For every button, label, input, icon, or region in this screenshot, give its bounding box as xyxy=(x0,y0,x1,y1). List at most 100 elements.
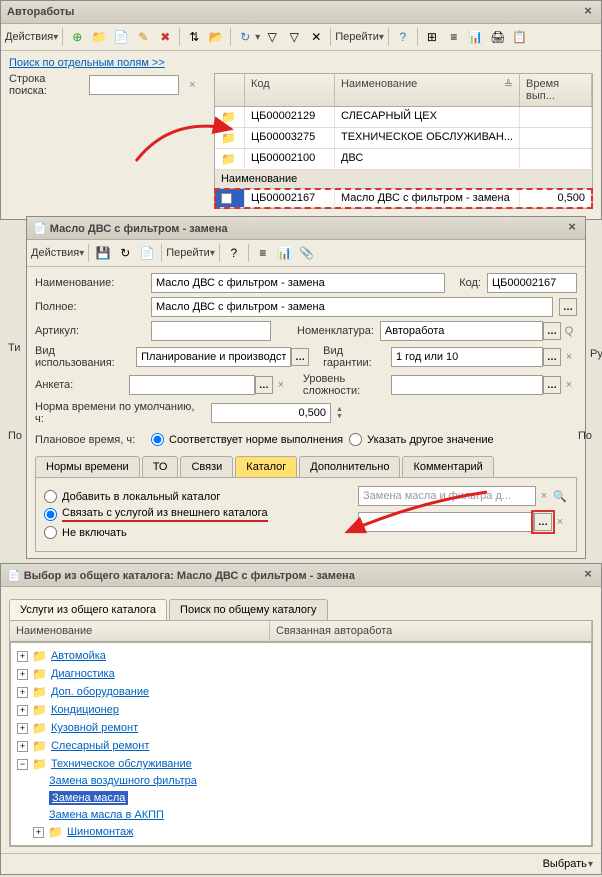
tab-catalog[interactable]: Каталог xyxy=(235,456,297,477)
tab-additional[interactable]: Дополнительно xyxy=(299,456,400,477)
close-icon[interactable]: × xyxy=(581,568,595,582)
radio-local[interactable]: Добавить в локальный каталог xyxy=(44,490,338,503)
tab-links[interactable]: Связи xyxy=(180,456,233,477)
tree-leaf-selected[interactable]: Замена масла xyxy=(15,789,587,807)
close-icon[interactable]: × xyxy=(581,5,595,19)
select-button[interactable]: Выбрать ▾ xyxy=(543,858,593,870)
lookup-button[interactable]: … xyxy=(543,348,561,366)
edit-icon[interactable]: ✎ xyxy=(133,27,153,47)
clear-filter-icon[interactable]: ✕ xyxy=(306,27,326,47)
radio-norm[interactable]: Соответствует норме выполнения xyxy=(151,433,343,446)
col-name[interactable]: Наименование xyxy=(10,621,270,641)
expand-icon[interactable]: + xyxy=(17,669,28,680)
article-input[interactable] xyxy=(151,321,271,341)
clear-icon[interactable]: × xyxy=(552,516,568,528)
tree-leaf[interactable]: Замена воздушного фильтра xyxy=(15,773,587,789)
tab-to[interactable]: ТО xyxy=(142,456,179,477)
name-input[interactable] xyxy=(151,273,445,293)
help-icon[interactable]: ? xyxy=(224,243,244,263)
clear-icon[interactable]: × xyxy=(536,490,552,502)
lookup-button[interactable]: … xyxy=(291,348,309,366)
copy-icon[interactable]: 📄 xyxy=(111,27,131,47)
export-icon[interactable]: 📋 xyxy=(510,27,530,47)
filter2-icon[interactable]: ▽ xyxy=(284,27,304,47)
clear-icon[interactable]: × xyxy=(273,379,289,391)
table-row[interactable]: 📁 ЦБ00002129 СЛЕСАРНЫЙ ЦЕХ xyxy=(215,107,592,128)
clear-icon[interactable]: Q xyxy=(561,325,577,337)
expand-icon[interactable]: + xyxy=(17,687,28,698)
print-icon[interactable]: 🖨 xyxy=(488,27,508,47)
external-service-input[interactable] xyxy=(358,512,534,532)
goto-menu[interactable]: Перейти xyxy=(335,31,379,43)
radio-external[interactable]: Связать с услугой из внешнего каталога xyxy=(44,507,338,522)
catalog-search-input[interactable] xyxy=(358,486,536,506)
expand-icon[interactable]: + xyxy=(17,741,28,752)
col-linked[interactable]: Связанная авторабота xyxy=(270,621,592,641)
usage-input[interactable] xyxy=(136,347,291,367)
expand-icon[interactable]: + xyxy=(17,705,28,716)
tree-node[interactable]: +📁Слесарный ремонт xyxy=(15,737,587,755)
search-input[interactable] xyxy=(89,75,179,95)
lookup-button[interactable]: … xyxy=(543,376,561,394)
add-folder-icon[interactable]: 📁 xyxy=(89,27,109,47)
tab-search[interactable]: Поиск по общему каталогу xyxy=(169,599,328,620)
tree-node[interactable]: +📁Диагностика xyxy=(15,665,587,683)
norm-input[interactable] xyxy=(211,403,331,423)
full-input[interactable] xyxy=(151,297,553,317)
radio-other[interactable]: Указать другое значение xyxy=(349,433,493,446)
list-icon[interactable]: ≡ xyxy=(444,27,464,47)
table-row[interactable]: 📁 ЦБ00002100 ДВС xyxy=(215,149,592,170)
attach-icon[interactable]: 📎 xyxy=(297,243,317,263)
refresh-icon[interactable]: ↻ xyxy=(115,243,135,263)
lookup-button[interactable]: … xyxy=(543,322,561,340)
search-icon[interactable]: 🔍 xyxy=(552,490,568,503)
report-icon[interactable]: 📊 xyxy=(275,243,295,263)
lookup-button[interactable]: … xyxy=(559,298,577,316)
warr-input[interactable] xyxy=(391,347,543,367)
expand-icon[interactable]: + xyxy=(17,651,28,662)
anketa-input[interactable] xyxy=(129,375,255,395)
tree-node[interactable]: +📁Кузовной ремонт xyxy=(15,719,587,737)
settings-icon[interactable]: ⊞ xyxy=(422,27,442,47)
actions-menu[interactable]: Действия xyxy=(5,31,53,43)
save-icon[interactable]: 💾 xyxy=(93,243,113,263)
close-icon[interactable]: × xyxy=(565,221,579,235)
filter-icon[interactable]: ▽ xyxy=(262,27,282,47)
clear-search-icon[interactable]: × xyxy=(185,79,200,91)
hierarchy-icon[interactable]: ⇅ xyxy=(184,27,204,47)
clear-icon[interactable]: × xyxy=(561,379,577,391)
report-icon[interactable]: 📊 xyxy=(466,27,486,47)
tree-node[interactable]: +📁Кондиционер xyxy=(15,701,587,719)
move-icon[interactable]: 📂 xyxy=(206,27,226,47)
lookup-button[interactable]: … xyxy=(255,376,273,394)
col-name[interactable]: Наименование xyxy=(341,78,417,102)
clear-icon[interactable]: × xyxy=(561,351,577,363)
add-icon[interactable]: ⊕ xyxy=(67,27,87,47)
table-row[interactable]: 📁 ЦБ00003275 ТЕХНИЧЕСКОЕ ОБСЛУЖИВАН... xyxy=(215,128,592,149)
delete-icon[interactable]: ✖ xyxy=(155,27,175,47)
nomen-input[interactable] xyxy=(380,321,543,341)
tab-norms[interactable]: Нормы времени xyxy=(35,456,140,477)
lookup-button-highlighted[interactable]: … xyxy=(534,513,552,531)
tree-node[interactable]: +📁Шиномонтаж xyxy=(15,823,587,841)
tree-node-expanded[interactable]: −📁Техническое обслуживание xyxy=(15,755,587,773)
col-time[interactable]: Время вып... xyxy=(520,74,592,106)
expand-icon[interactable]: + xyxy=(17,723,28,734)
col-code[interactable]: Код xyxy=(245,74,335,106)
level-input[interactable] xyxy=(391,375,543,395)
list-icon[interactable]: ≡ xyxy=(253,243,273,263)
tree-node[interactable]: +📁Доп. оборудование xyxy=(15,683,587,701)
tree-node[interactable]: +📁Автомойка xyxy=(15,647,587,665)
actions-menu[interactable]: Действия xyxy=(31,247,79,259)
tab-services[interactable]: Услуги из общего каталога xyxy=(9,599,167,620)
radio-skip[interactable]: Не включать xyxy=(44,526,338,539)
expand-icon[interactable]: + xyxy=(33,827,44,838)
collapse-icon[interactable]: − xyxy=(17,759,28,770)
tab-comment[interactable]: Комментарий xyxy=(402,456,493,477)
table-row-selected[interactable]: − ЦБ00002167 Масло ДВС с фильтром - заме… xyxy=(215,189,592,208)
help-icon[interactable]: ? xyxy=(393,27,413,47)
code-input[interactable] xyxy=(487,273,577,293)
field-search-link[interactable]: Поиск по отдельным полям >> xyxy=(9,57,165,69)
tree-leaf[interactable]: Замена масла в АКПП xyxy=(15,807,587,823)
goto-menu[interactable]: Перейти xyxy=(166,247,210,259)
